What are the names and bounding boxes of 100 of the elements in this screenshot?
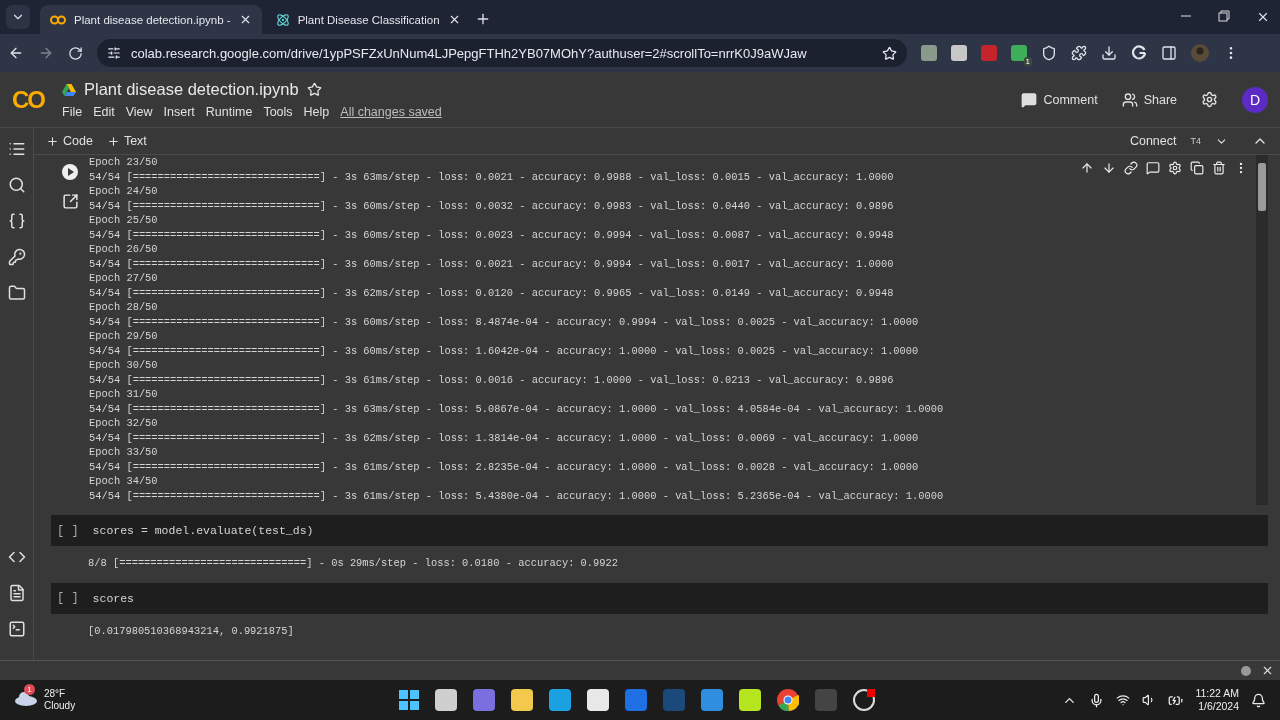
output-line: 54/54 [==============================] - 3s 61ms/step - loss: 2.8235e-04 - accuracy: 1.0000 - val_loss: 0.0028 - val_accuracy: 1.0000 bbox=[89, 459, 919, 474]
code-cell[interactable]: [ ] scores = model.evaluate(test_ds) bbox=[51, 515, 1268, 546]
output-line: Epoch 25/50 bbox=[89, 213, 158, 228]
output-line: Epoch 30/50 bbox=[89, 358, 158, 373]
site-settings-icon[interactable] bbox=[107, 46, 121, 60]
g-icon[interactable] bbox=[1131, 45, 1147, 61]
code-cell[interactable]: [ ] scores bbox=[51, 582, 1268, 614]
connect-button[interactable]: Connect bbox=[1129, 134, 1177, 148]
output-line: Epoch 29/50 bbox=[89, 329, 158, 344]
comment-button[interactable]: Comment bbox=[1021, 91, 1098, 108]
atom-icon bbox=[275, 12, 290, 27]
comment-icon[interactable] bbox=[1146, 161, 1160, 175]
notebook-title[interactable]: Plant disease detection.ipynb bbox=[84, 80, 299, 99]
output-line: 54/54 [==============================] - 3s 60ms/step - loss: 0.0021 - accuracy: 0.9994 - val_loss: 0.0017 - val_accuracy: 1.0000 bbox=[89, 256, 894, 271]
chrome-icon[interactable] bbox=[777, 689, 799, 711]
mirror-cell-icon[interactable] bbox=[1190, 161, 1204, 175]
menu-item[interactable]: Tools bbox=[263, 105, 293, 119]
address-bar[interactable]: colab.research.google.com/drive/1ypPSFZxUnNum4LJPepgFTHh2YB07MOhY?authuser=2#scrollTo=nrrK0J9aWJaw bbox=[97, 39, 907, 67]
plus-icon bbox=[46, 134, 59, 148]
notification-badge: 1 bbox=[24, 684, 35, 695]
output-line: [0.017980510368943214, 0.9921875] bbox=[88, 623, 295, 638]
side-panel-icon[interactable] bbox=[1161, 45, 1177, 61]
add-cell-button[interactable]: Code bbox=[46, 134, 93, 148]
comment-icon bbox=[1021, 91, 1038, 108]
code-text: scores bbox=[92, 591, 135, 605]
user-avatar[interactable]: D bbox=[1242, 86, 1268, 113]
colab-logo[interactable]: CO bbox=[12, 85, 50, 114]
add-cell-button[interactable]: Text bbox=[106, 134, 147, 148]
settings-icon[interactable] bbox=[1201, 91, 1218, 108]
settings-icon[interactable] bbox=[1168, 161, 1182, 175]
star-icon[interactable] bbox=[306, 82, 322, 97]
move-up-icon[interactable] bbox=[1080, 161, 1094, 175]
browser-tab[interactable]: Plant Disease Classification bbox=[265, 5, 471, 34]
close-icon[interactable] bbox=[1261, 664, 1274, 677]
run-icon[interactable] bbox=[61, 163, 79, 181]
output-line: 54/54 [==============================] - 3s 60ms/step - loss: 8.4874e-04 - accuracy: 0.9994 - val_loss: 0.0025 - val_accuracy: 1.0000 bbox=[89, 314, 919, 329]
temperature: 28°F bbox=[44, 688, 67, 700]
back-icon[interactable] bbox=[8, 45, 24, 61]
output-line: 54/54 [==============================] - 3s 60ms/step - loss: 0.0023 - accuracy: 0.9994 - val_loss: 0.0087 - val_accuracy: 0.9948 bbox=[89, 227, 894, 242]
restore-icon[interactable] bbox=[1218, 10, 1230, 22]
browser-tab[interactable]: Plant disease detection.ipynb - bbox=[40, 5, 262, 34]
close-icon[interactable] bbox=[1256, 10, 1270, 24]
output-line: Epoch 26/50 bbox=[89, 242, 158, 257]
bookmark-icon[interactable] bbox=[882, 45, 897, 61]
output-line: Epoch 28/50 bbox=[89, 300, 158, 315]
recorder-icon[interactable] bbox=[853, 689, 875, 711]
weather-text: Cloudy bbox=[44, 700, 76, 712]
output-icon[interactable] bbox=[61, 193, 79, 210]
notification-icon[interactable] bbox=[1251, 692, 1266, 708]
key-icon[interactable] bbox=[7, 248, 26, 266]
variables-icon[interactable] bbox=[7, 212, 26, 230]
menu-item[interactable]: Insert bbox=[163, 105, 195, 119]
save-status-link[interactable]: All changes saved bbox=[340, 105, 442, 119]
output-line: 54/54 [==============================] - 3s 61ms/step - loss: 0.0016 - accuracy: 1.0000 - val_loss: 0.0213 - val_accuracy: 0.9896 bbox=[89, 372, 894, 387]
download-icon[interactable] bbox=[1101, 45, 1117, 61]
link-icon[interactable] bbox=[1124, 161, 1138, 175]
move-down-icon[interactable] bbox=[1102, 161, 1116, 175]
run-prompt[interactable]: [ ] bbox=[57, 591, 79, 605]
output-line: Epoch 24/50 bbox=[89, 184, 158, 199]
reload-icon[interactable] bbox=[68, 45, 83, 61]
delete-icon[interactable] bbox=[1212, 161, 1226, 175]
wifi-icon[interactable] bbox=[1116, 693, 1131, 707]
forward-icon[interactable] bbox=[38, 45, 54, 61]
tab-search-button[interactable] bbox=[6, 5, 30, 29]
output-line: 54/54 [==============================] - 3s 63ms/step - loss: 5.0867e-04 - accuracy: 1.0000 - val_loss: 4.0584e-04 - val_accuracy: 1.0000 bbox=[89, 401, 944, 416]
shield-icon[interactable] bbox=[1041, 45, 1057, 61]
menu-item[interactable]: Help bbox=[303, 105, 330, 119]
menu-item[interactable]: View bbox=[125, 105, 153, 119]
colab-icon bbox=[50, 14, 66, 25]
output-line: 54/54 [==============================] - 3s 62ms/step - loss: 1.3814e-04 - accuracy: 1.0000 - val_loss: 0.0069 - val_accuracy: 1.0000 bbox=[89, 430, 919, 445]
drive-icon bbox=[62, 83, 76, 96]
menu-item[interactable]: File bbox=[62, 105, 83, 119]
output-line: 8/8 [==============================] - 0s 29ms/step - loss: 0.0180 - accuracy: 0.9922 bbox=[88, 556, 619, 571]
extension-badge: 1 bbox=[1023, 57, 1032, 66]
status-dot bbox=[1241, 665, 1251, 676]
search-icon[interactable] bbox=[7, 176, 26, 194]
output-line: Epoch 27/50 bbox=[89, 271, 158, 286]
output-line: 54/54 [==============================] - 3s 62ms/step - loss: 0.0120 - accuracy: 0.9965 - val_loss: 0.0149 - val_accuracy: 0.9948 bbox=[89, 285, 894, 300]
share-button[interactable]: Share bbox=[1121, 91, 1177, 108]
run-prompt[interactable]: [ ] bbox=[57, 523, 79, 538]
scrollbar[interactable] bbox=[1256, 155, 1268, 505]
output-line: Epoch 23/50 bbox=[89, 155, 158, 170]
menu-item[interactable]: Runtime bbox=[205, 105, 253, 119]
command-palette-icon[interactable] bbox=[7, 584, 26, 602]
output-line: 54/54 [==============================] - 3s 60ms/step - loss: 1.6042e-04 - accuracy: 1.0000 - val_loss: 0.0025 - val_accuracy: 1.0000 bbox=[89, 343, 919, 358]
extensions-icon[interactable] bbox=[1071, 45, 1087, 61]
output-line: Epoch 34/50 bbox=[89, 474, 158, 489]
output-line: 54/54 [==============================] - 3s 63ms/step - loss: 0.0021 - accuracy: 0.9988 - val_loss: 0.0015 - val_accuracy: 1.0000 bbox=[89, 169, 894, 184]
code-text: scores = model.evaluate(test_ds) bbox=[92, 524, 314, 537]
menu-item[interactable]: Edit bbox=[93, 105, 115, 119]
cloud-icon bbox=[14, 690, 38, 706]
output-line: Epoch 33/50 bbox=[89, 445, 158, 460]
clock[interactable]: 11:22 AM 1/6/2024 bbox=[1195, 687, 1239, 713]
output-line: Epoch 31/50 bbox=[89, 387, 158, 402]
table-of-contents-icon[interactable] bbox=[7, 140, 26, 158]
output-line: 54/54 [==============================] - 3s 60ms/step - loss: 0.0032 - accuracy: 0.9983 - val_loss: 0.0440 - val_accuracy: 0.9896 bbox=[89, 198, 894, 213]
microphone-icon[interactable] bbox=[1089, 692, 1105, 708]
windows-icon[interactable] bbox=[399, 690, 419, 710]
plus-icon bbox=[106, 134, 120, 148]
runtime-label: T4 bbox=[1190, 136, 1201, 146]
